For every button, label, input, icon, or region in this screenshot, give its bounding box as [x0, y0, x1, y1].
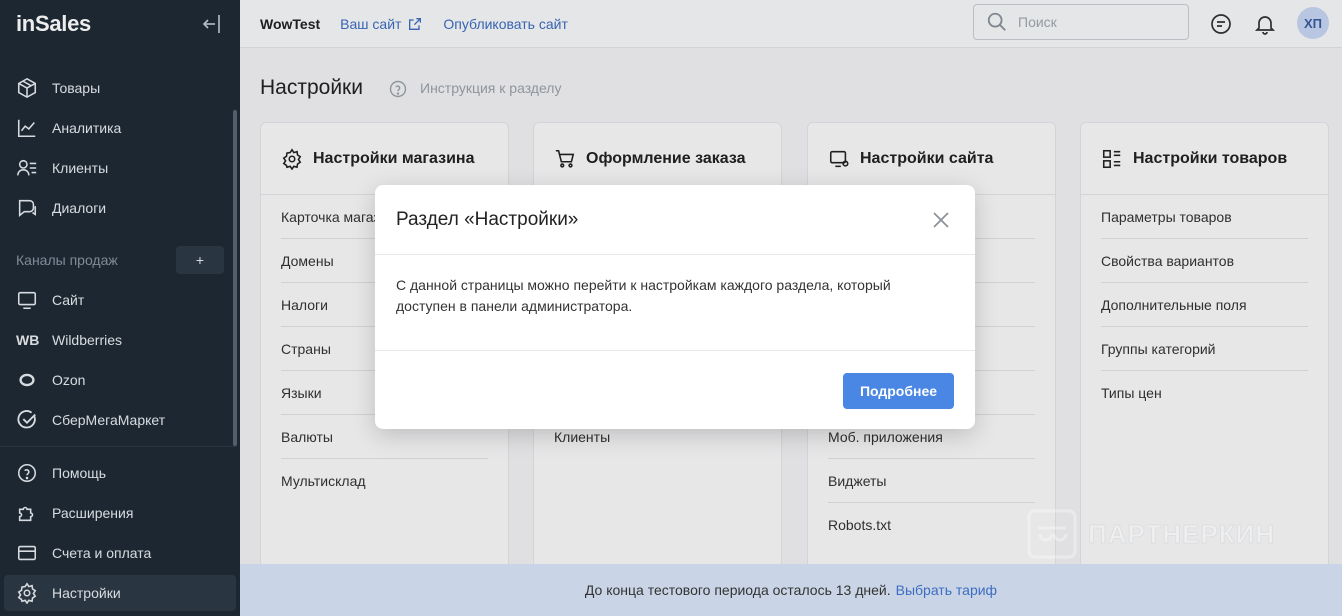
settings-info-modal: Раздел «Настройки» С данной страницы мож… [375, 185, 975, 429]
close-icon[interactable] [931, 210, 951, 230]
watermark-text: ПАРТНЕРКИН [1087, 518, 1276, 549]
watermark-logo-icon [1027, 509, 1077, 559]
watermark: ПАРТНЕРКИН [1026, 508, 1275, 560]
choose-plan-link[interactable]: Выбрать тариф [896, 582, 997, 598]
trial-banner: До конца тестового периода осталось 13 д… [240, 564, 1342, 616]
more-button[interactable]: Подробнее [843, 373, 954, 409]
trial-banner-text: До конца тестового периода осталось 13 д… [584, 582, 891, 598]
modal-title: Раздел «Настройки» [396, 208, 579, 230]
modal-header: Раздел «Настройки» [375, 185, 975, 255]
modal-body: С данной страницы можно перейти к настро… [375, 255, 975, 351]
